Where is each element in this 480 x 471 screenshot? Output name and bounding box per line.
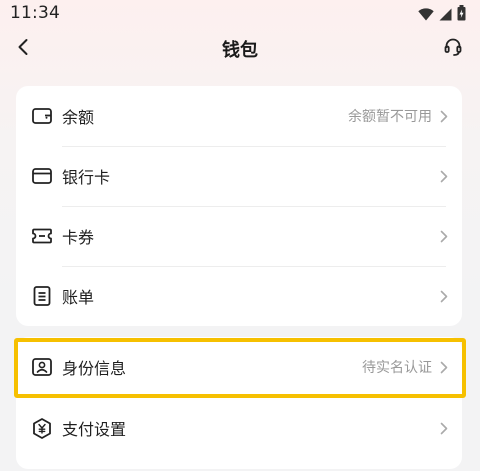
payment-settings-row[interactable]: 支付设置: [16, 398, 462, 458]
chevron-right-icon: [438, 229, 450, 243]
wifi-icon: [418, 6, 434, 25]
status-bar: 11:34: [0, 0, 480, 28]
identity-info-row[interactable]: 身份信息 待实名认证: [16, 337, 462, 397]
bank-card-row[interactable]: 银行卡: [16, 146, 462, 206]
wallet-card: 余额 余额暂不可用 银行卡 卡券 账单: [16, 86, 462, 326]
wallet-icon: [31, 105, 53, 127]
balance-label: 余额: [62, 108, 95, 127]
settings-card: 身份信息 待实名认证 支付设置: [16, 337, 462, 469]
bill-label: 账单: [62, 288, 95, 307]
chevron-right-icon: [438, 169, 450, 183]
signal-icon: [439, 6, 452, 25]
shield-yen-icon: [31, 417, 53, 439]
customer-service-button[interactable]: [438, 34, 468, 64]
bill-icon: [31, 285, 53, 307]
bill-row[interactable]: 账单: [16, 266, 462, 326]
chevron-right-icon: [438, 289, 450, 303]
balance-status: 余额暂不可用: [348, 109, 432, 125]
identity-info-status: 待实名认证: [362, 360, 432, 376]
coupon-row[interactable]: 卡券: [16, 206, 462, 266]
status-time: 11:34: [10, 3, 60, 23]
chevron-right-icon: [438, 421, 450, 435]
status-icons: [418, 5, 466, 25]
payment-settings-label: 支付设置: [62, 420, 127, 439]
nav-bar: 钱包: [0, 28, 480, 70]
coupon-label: 卡券: [62, 228, 95, 247]
id-card-icon: [31, 356, 53, 378]
bank-card-icon: [31, 165, 53, 187]
identity-info-label: 身份信息: [62, 359, 127, 378]
battery-icon: [457, 5, 466, 25]
chevron-right-icon: [438, 109, 450, 123]
chevron-right-icon: [438, 360, 450, 374]
bank-card-label: 银行卡: [62, 168, 111, 187]
headset-icon: [443, 37, 463, 61]
ticket-icon: [31, 225, 53, 247]
balance-row[interactable]: 余额 余额暂不可用: [16, 86, 462, 146]
page-title: 钱包: [222, 40, 258, 61]
